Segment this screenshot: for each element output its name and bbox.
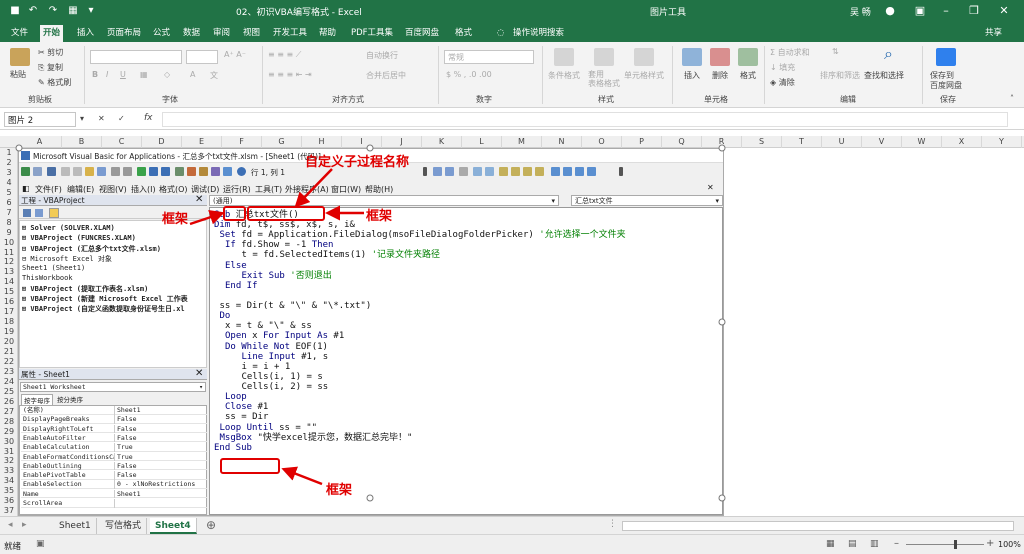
picture-selection [15, 144, 726, 502]
macro-record-icon[interactable]: ▣ [36, 539, 45, 549]
status-ready: 就绪 [4, 542, 22, 552]
zoom-slider[interactable] [906, 544, 984, 545]
sheet-tab-bar: ◂ ▸ Sheet1 写信格式 Sheet4 ⊕ ⋮ [0, 516, 1024, 534]
prev-sheet-icon[interactable]: ◂ [8, 520, 13, 530]
horizontal-scrollbar[interactable] [622, 521, 1014, 531]
sheet-tab-sheet1[interactable]: Sheet1 [54, 518, 97, 534]
normal-view-icon[interactable]: ▦ [826, 539, 835, 549]
page-layout-icon[interactable]: ▤ [848, 539, 857, 549]
zoom-out-icon[interactable]: – [894, 538, 899, 549]
resize-handle[interactable] [718, 494, 726, 502]
excel-window: ■ ↶ ↷ ▦ ▾ 02、初识VBA编写格式 - Excel 图片工具 吴 畅 … [0, 0, 1024, 554]
page-break-icon[interactable]: ▥ [870, 539, 879, 549]
next-sheet-icon[interactable]: ▸ [22, 520, 27, 530]
resize-handle[interactable] [15, 144, 23, 152]
zoom-level[interactable]: 100% [998, 540, 1021, 549]
add-sheet-icon[interactable]: ⊕ [206, 518, 216, 532]
split-dots-icon[interactable]: ⋮ [608, 519, 617, 529]
status-bar: 就绪 ▣ ▦ ▤ ▥ – + 100% [0, 534, 1024, 554]
resize-handle[interactable] [366, 494, 374, 502]
resize-handle[interactable] [718, 144, 726, 152]
zoom-in-icon[interactable]: + [986, 538, 994, 549]
resize-handle[interactable] [366, 144, 374, 152]
zoom-slider-thumb[interactable] [953, 540, 957, 549]
resize-handle[interactable] [718, 318, 726, 326]
sheet-tab-letter[interactable]: 写信格式 [100, 518, 148, 534]
sheet-tab-sheet4[interactable]: Sheet4 [150, 518, 197, 534]
